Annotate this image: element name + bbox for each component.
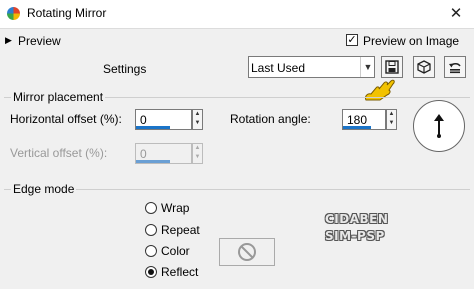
hand-pointer-icon [362,78,400,107]
vertical-offset-stepper[interactable]: ▲ ▼ [192,143,203,164]
edge-mode-color-radio[interactable] [145,245,157,257]
rotation-dial[interactable] [413,100,465,152]
preview-toggle-label[interactable]: Preview [18,34,61,48]
mirror-placement-title: Mirror placement [11,90,106,104]
chevron-down-icon[interactable]: ▼ [360,57,375,77]
settings-selected-value: Last Used [251,61,306,75]
rotation-angle-label: Rotation angle: [230,112,311,126]
edge-mode-wrap-label[interactable]: Wrap [161,201,189,215]
vertical-offset-underline [136,160,170,163]
rotation-angle-value: 180 [347,113,368,127]
edge-mode-title: Edge mode [11,182,77,196]
settings-label: Settings [103,62,147,76]
save-icon [385,60,399,77]
edge-mode-repeat-radio[interactable] [145,224,157,236]
save-preset-button[interactable] [381,56,403,78]
vertical-offset-label: Vertical offset (%): [10,146,108,160]
reset-button[interactable] [444,56,466,78]
rotating-mirror-icon [6,6,21,21]
horizontal-offset-underline [136,126,170,129]
window-title: Rotating Mirror [27,6,107,20]
preview-on-image-checkbox[interactable]: ✓ [346,34,358,46]
no-color-icon [237,242,257,265]
presets-cube-icon [417,60,431,77]
presets-button[interactable] [413,56,435,78]
expand-arrow-icon[interactable]: ▶ [5,35,12,46]
watermark-line-2: SIM-PSP [325,229,385,243]
edge-mode-wrap-radio[interactable] [145,202,157,214]
preview-on-image-label[interactable]: Preview on Image [363,34,459,48]
close-icon[interactable]: ✕ [446,4,466,24]
horizontal-offset-value: 0 [140,113,147,127]
edge-mode-reflect-label[interactable]: Reflect [161,265,198,279]
reset-icon [448,60,462,77]
vertical-offset-value: 0 [140,147,147,161]
rotation-angle-underline [343,126,371,129]
watermark-line-1: CIDABEN [325,212,389,226]
edge-mode-color-label[interactable]: Color [161,244,190,258]
horizontal-offset-label: Horizontal offset (%): [10,112,122,126]
horizontal-offset-stepper[interactable]: ▲ ▼ [192,109,203,130]
rotation-angle-stepper[interactable]: ▲ ▼ [386,109,397,130]
dial-arrow-icon [434,114,444,138]
edge-mode-reflect-radio[interactable] [145,266,157,278]
edge-color-swatch[interactable] [219,238,275,266]
edge-mode-repeat-label[interactable]: Repeat [161,223,200,237]
